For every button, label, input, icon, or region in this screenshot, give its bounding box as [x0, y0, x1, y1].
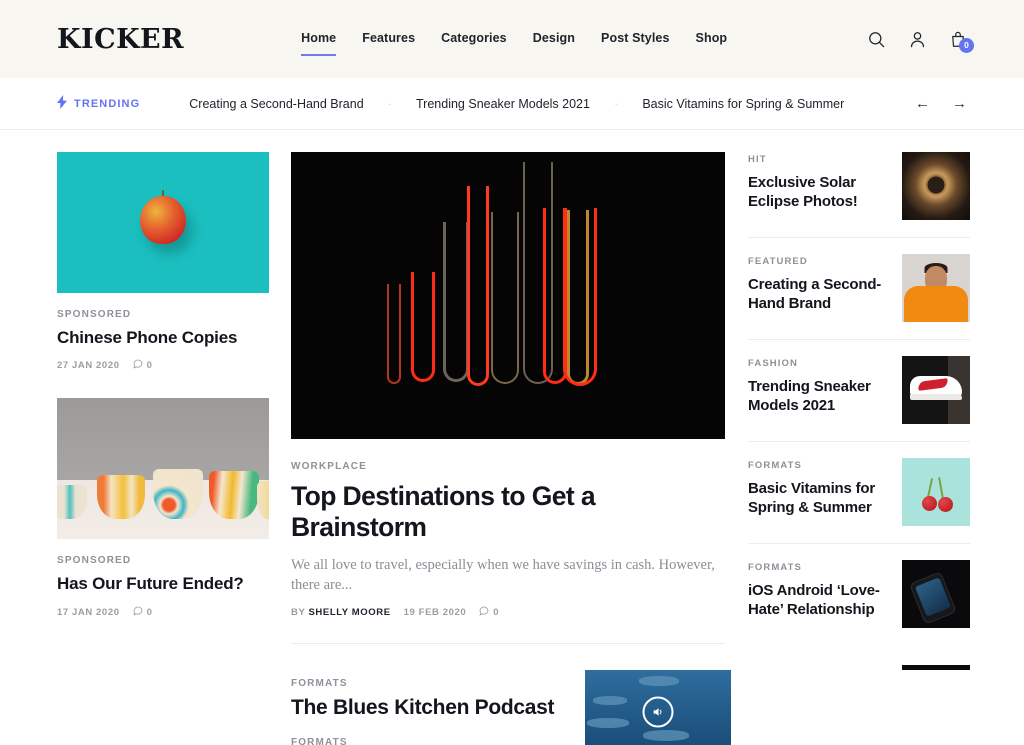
sidebar-title[interactable]: Trending Sneaker Models 2021	[748, 377, 892, 415]
comment-count-value: 0	[146, 606, 153, 618]
sidebar-kicker: FORMATS	[748, 460, 802, 471]
feature-meta: BY SHELLY MOORE 19 FEB 2020 0	[291, 606, 725, 619]
sidebar-title[interactable]: Basic Vitamins for Spring & Summer	[748, 479, 892, 517]
page-grid: SPONSORED Chinese Phone Copies 27 JAN 20…	[0, 130, 1024, 745]
sponsored-card-2: SPONSORED Has Our Future Ended? 17 JAN 2…	[57, 398, 269, 618]
card-date: 27 JAN 2020	[57, 360, 120, 372]
sidebar-kicker: FORMATS	[748, 562, 802, 573]
main-navigation: Home Features Categories Design Post Sty…	[301, 31, 728, 56]
trending-separator: ·	[387, 96, 393, 111]
podcast-media-column	[585, 670, 731, 745]
right-sidebar: HIT Exclusive Solar Eclipse Photos! FEAT…	[748, 152, 970, 745]
site-header: KICKER Home Features Categories Design P…	[0, 0, 1024, 78]
sidebar-article-3: FASHION Trending Sneaker Models 2021	[748, 340, 970, 442]
trending-next-arrow[interactable]: →	[952, 96, 967, 111]
comment-bubble-icon	[132, 606, 143, 619]
trending-bar: TRENDING Creating a Second-Hand Brand · …	[0, 78, 1024, 130]
man-orange-hoodie-thumbnail[interactable]	[902, 254, 970, 322]
sidebar-title[interactable]: Exclusive Solar Eclipse Photos!	[748, 173, 892, 211]
apple-thumbnail[interactable]	[57, 152, 269, 293]
nav-item-features[interactable]: Features	[362, 31, 415, 47]
content-divider	[291, 643, 725, 645]
nav-item-design[interactable]: Design	[533, 31, 575, 47]
solar-eclipse-thumbnail[interactable]	[902, 152, 970, 220]
trending-items: Creating a Second-Hand Brand · Trending …	[189, 96, 844, 111]
user-icon[interactable]	[908, 30, 927, 49]
comment-bubble-icon	[132, 359, 143, 372]
podcast-thumbnail-1[interactable]	[585, 670, 731, 745]
card-title[interactable]: Chinese Phone Copies	[57, 327, 269, 348]
feature-excerpt: We all love to travel, especially when w…	[291, 556, 715, 593]
by-label: BY	[291, 607, 306, 619]
card-kicker: SPONSORED	[57, 309, 132, 320]
podcast-kicker: FORMATS	[291, 737, 348, 745]
trending-prev-arrow[interactable]: ←	[915, 96, 930, 111]
card-meta: 17 JAN 2020 0	[57, 606, 269, 619]
feature-kicker: WORKPLACE	[291, 461, 367, 472]
cart-count-badge: 0	[959, 37, 974, 53]
sidebar-article-1: HIT Exclusive Solar Eclipse Photos!	[748, 152, 970, 238]
comment-count: 0	[132, 606, 153, 619]
feature-title[interactable]: Top Destinations to Get a Brainstorm	[291, 481, 725, 544]
next-article-thumbnail-edge	[902, 665, 970, 670]
podcast-title[interactable]: The Blues Kitchen Podcast	[291, 696, 581, 720]
feature-hero-image[interactable]	[291, 152, 725, 439]
sidebar-article-2: FEATURED Creating a Second-Hand Brand	[748, 238, 970, 340]
podcast-section: FORMATS The Blues Kitchen Podcast FORMAT…	[291, 670, 731, 745]
card-title[interactable]: Has Our Future Ended?	[57, 573, 269, 594]
podcast-text-column: FORMATS The Blues Kitchen Podcast FORMAT…	[291, 670, 581, 745]
nav-item-home[interactable]: Home	[301, 31, 337, 56]
card-kicker: SPONSORED	[57, 555, 132, 567]
sidebar-kicker: HIT	[748, 154, 767, 165]
feature-date: 19 FEB 2020	[403, 607, 467, 619]
smartphone-thumbnail[interactable]	[902, 560, 970, 628]
trending-separator: ·	[613, 96, 619, 111]
sidebar-title[interactable]: iOS Android ‘Love-Hate’ Relationship	[748, 581, 892, 619]
search-icon[interactable]	[867, 30, 886, 49]
header-actions: 0	[867, 30, 974, 53]
trending-item-1[interactable]: Trending Sneaker Models 2021	[416, 97, 590, 111]
nav-item-shop[interactable]: Shop	[696, 31, 728, 47]
sidebar-title[interactable]: Creating a Second-Hand Brand	[748, 275, 892, 313]
comment-count: 0	[479, 606, 499, 619]
feature-author[interactable]: SHELLY MOORE	[308, 607, 390, 618]
audio-speaker-icon[interactable]	[642, 696, 674, 728]
comment-count: 0	[132, 359, 153, 372]
nav-item-categories[interactable]: Categories	[441, 31, 507, 47]
nav-item-post-styles[interactable]: Post Styles	[601, 31, 670, 47]
site-logo[interactable]: KICKER	[57, 26, 184, 53]
card-meta: 27 JAN 2020 0	[57, 359, 269, 372]
ceramic-bowls-thumbnail[interactable]	[57, 398, 269, 540]
sidebar-article-4: FORMATS Basic Vitamins for Spring & Summ…	[748, 442, 970, 544]
trending-item-0[interactable]: Creating a Second-Hand Brand	[189, 97, 363, 111]
comment-bubble-icon	[479, 606, 489, 619]
card-date: 17 JAN 2020	[57, 606, 120, 618]
sneaker-thumbnail[interactable]	[902, 356, 970, 424]
trending-label-text: TRENDING	[74, 97, 141, 110]
left-sidebar: SPONSORED Chinese Phone Copies 27 JAN 20…	[57, 152, 269, 745]
main-content: WORKPLACE Top Destinations to Get a Brai…	[291, 152, 731, 745]
lightning-bolt-icon	[57, 95, 67, 112]
sidebar-kicker: FEATURED	[748, 256, 808, 267]
podcast-kicker: FORMATS	[291, 678, 348, 690]
shopping-bag-icon[interactable]: 0	[949, 30, 974, 53]
comment-count-value: 0	[493, 607, 500, 619]
sidebar-article-5: FORMATS iOS Android ‘Love-Hate’ Relation…	[748, 544, 970, 645]
trending-nav-arrows: ← →	[915, 96, 967, 111]
sponsored-card-1: SPONSORED Chinese Phone Copies 27 JAN 20…	[57, 152, 269, 372]
comment-count-value: 0	[146, 360, 153, 372]
cherries-thumbnail[interactable]	[902, 458, 970, 526]
sidebar-kicker: FASHION	[748, 358, 798, 369]
trending-item-2[interactable]: Basic Vitamins for Spring & Summer	[642, 97, 844, 111]
trending-label: TRENDING	[57, 95, 140, 112]
